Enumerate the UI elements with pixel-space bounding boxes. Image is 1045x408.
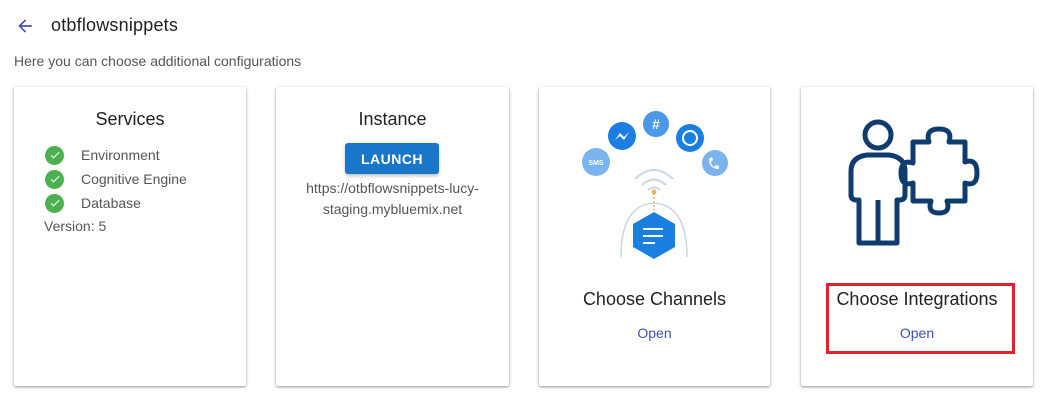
channels-card-title: Choose Channels xyxy=(582,289,727,309)
version-text: Version: 5 xyxy=(44,218,107,234)
sms-label: SMS xyxy=(588,160,604,167)
header: otbflowsnippets xyxy=(0,0,1045,52)
check-circle-icon xyxy=(45,169,64,189)
back-button[interactable] xyxy=(13,14,37,38)
service-label: Cognitive Engine xyxy=(81,171,187,187)
services-list: Environment Cognitive Engine Database xyxy=(45,143,187,215)
services-card: Services Environment Cognitive Engine Da… xyxy=(14,87,246,386)
instance-url-line1: https://otbflowsnippets-lucy- xyxy=(306,180,479,196)
check-circle-icon xyxy=(45,145,64,165)
service-label: Database xyxy=(81,195,141,211)
instance-url[interactable]: https://otbflowsnippets-lucy- staging.my… xyxy=(288,178,497,220)
channels-open-link[interactable]: Open xyxy=(539,325,770,341)
channels-card: SMS # Choose Channels Open xyxy=(539,87,770,386)
page-subtitle: Here you can choose additional configura… xyxy=(14,53,302,69)
services-card-title: Services xyxy=(95,109,165,129)
service-item-environment: Environment xyxy=(45,143,187,167)
page-title: otbflowsnippets xyxy=(51,15,179,35)
instance-url-line2: staging.mybluemix.net xyxy=(322,201,463,217)
instance-card-title: Instance xyxy=(358,109,427,129)
integrations-illustration-icon xyxy=(848,119,980,246)
launch-button[interactable]: LAUNCH xyxy=(345,143,439,174)
service-label: Environment xyxy=(81,147,160,163)
service-item-cognitive-engine: Cognitive Engine xyxy=(45,167,187,191)
highlight-box xyxy=(826,283,1015,354)
instance-card: Instance LAUNCH https://otbflowsnippets-… xyxy=(276,87,509,386)
channels-illustration-icon: SMS # xyxy=(582,111,728,259)
arrow-left-icon xyxy=(18,19,32,33)
check-circle-icon xyxy=(45,193,64,213)
svg-text:#: # xyxy=(652,116,660,132)
service-item-database: Database xyxy=(45,191,187,215)
